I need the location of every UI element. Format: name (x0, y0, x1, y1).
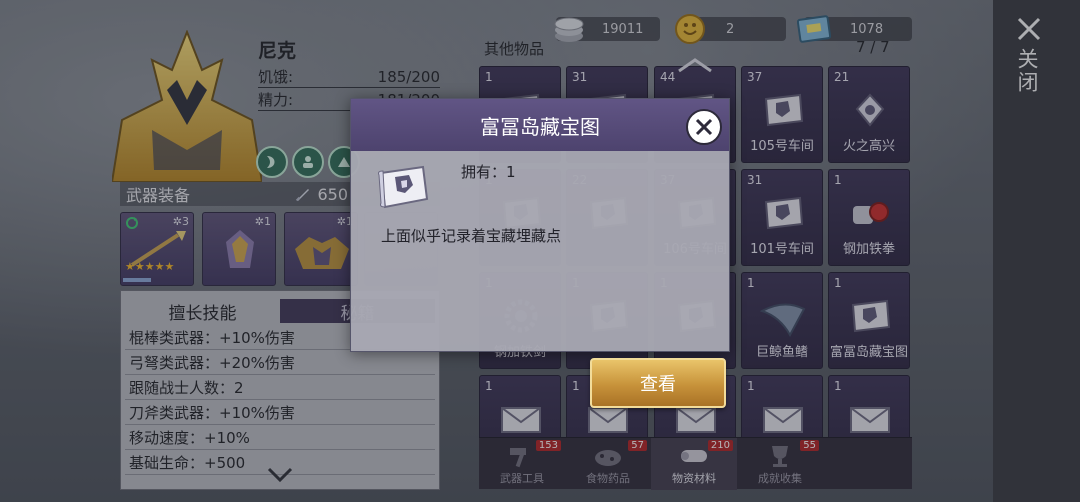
dialog-title: 富冨岛藏宝图 (480, 114, 600, 139)
dialog-close-button[interactable] (686, 109, 722, 145)
dialog-header: 富冨岛藏宝图 (351, 99, 729, 151)
close-icon (695, 118, 713, 136)
item-detail-dialog: 富冨岛藏宝图 拥有：1 上面似乎记录着宝藏埋藏点 (350, 98, 730, 352)
treasure-map-icon (378, 165, 429, 209)
item-description: 上面似乎记录着宝藏埋藏点 (381, 227, 562, 245)
owned-count: 拥有：1 (461, 163, 516, 181)
view-button[interactable]: 查看 (590, 358, 726, 408)
